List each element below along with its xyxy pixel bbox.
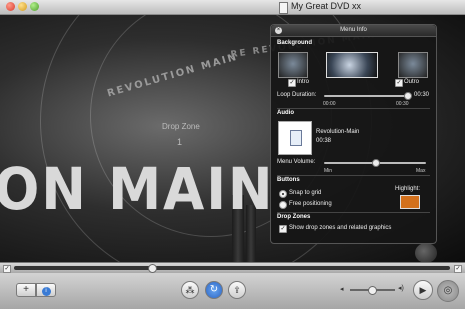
background-thumbnail[interactable] — [326, 52, 378, 78]
drop-zones-heading: Drop Zones — [277, 214, 311, 220]
menu-volume-label: Menu Volume: — [277, 159, 316, 165]
panel-title: Menu Info — [340, 27, 367, 33]
apple-logo-icon — [415, 243, 437, 262]
play-button[interactable]: ▶ — [413, 280, 433, 300]
outro-checkbox[interactable]: ✓ — [395, 79, 403, 87]
info-icon: i — [41, 287, 51, 296]
loop-duration-knob[interactable] — [404, 92, 412, 100]
zoom-window-button[interactable] — [30, 2, 39, 11]
volume-min-label: Min — [324, 168, 333, 174]
snap-to-grid-radio[interactable] — [279, 190, 287, 198]
play-icon: ▶ — [419, 285, 427, 295]
outro-label: Outro — [404, 79, 420, 85]
minimize-window-button[interactable] — [18, 2, 27, 11]
panel-header: × Menu Info — [271, 25, 436, 37]
loop-max-label: 00:30 — [396, 101, 409, 107]
audio-track-name: Revolution-Main — [316, 129, 360, 135]
audio-file-icon[interactable] — [278, 121, 312, 155]
volume-low-icon: ◂ — [340, 286, 344, 293]
menu-volume-knob[interactable] — [372, 159, 380, 167]
divider — [277, 175, 430, 176]
start-checkbox[interactable]: ✓ — [3, 265, 11, 273]
highlight-color-well[interactable] — [400, 195, 420, 209]
close-window-button[interactable] — [6, 2, 15, 11]
document-icon — [279, 2, 288, 14]
show-drop-zones-label: Show drop zones and related graphics — [289, 225, 392, 231]
info-button[interactable]: i — [36, 283, 56, 297]
volume-max-label: Max — [416, 168, 426, 174]
loop-duration-slider[interactable] — [324, 95, 409, 97]
snap-to-grid-label: Snap to grid — [289, 190, 322, 196]
add-button[interactable]: + — [16, 283, 36, 297]
loop-duration-value: 00:30 — [414, 92, 430, 98]
bottom-toolbar: + i ⁂ ↻ ⇪ ◂ ◂) ▶ ◎ — [0, 273, 465, 309]
preview-volume-knob[interactable] — [368, 286, 377, 295]
free-positioning-radio[interactable] — [279, 201, 287, 209]
highlight-label: Highlight: — [395, 186, 421, 192]
divider — [277, 212, 430, 213]
burn-icon: ⇪ — [233, 285, 241, 295]
map-icon: ⁂ — [185, 285, 195, 295]
disc-icon: ◎ — [443, 285, 453, 296]
disc-button[interactable]: ◎ — [437, 280, 459, 302]
drop-zone-label[interactable]: Drop Zone — [162, 122, 200, 131]
window-title: My Great DVD xx — [291, 1, 362, 11]
intro-checkbox[interactable]: ✓ — [288, 79, 296, 87]
map-view-button[interactable]: ⁂ — [181, 281, 199, 299]
loop-min-label: 00:00 — [323, 101, 336, 107]
outro-thumbnail[interactable] — [398, 52, 428, 78]
burn-button[interactable]: ⇪ — [228, 281, 246, 299]
timeline-scrubber[interactable] — [14, 266, 450, 270]
intro-thumbnail[interactable] — [278, 52, 308, 78]
free-positioning-label: Free positioning — [289, 201, 332, 207]
motion-button[interactable]: ↻ — [205, 281, 223, 299]
menu-info-panel: × Menu Info Background ✓ Intro ✓ Outro L… — [270, 24, 437, 244]
audio-heading: Audio — [277, 110, 294, 116]
show-drop-zones-checkbox[interactable]: ✓ — [279, 225, 287, 233]
buttons-heading: Buttons — [277, 177, 300, 183]
divider — [277, 108, 430, 109]
motion-icon: ↻ — [209, 284, 219, 295]
title-bar: My Great DVD xx — [0, 0, 465, 15]
intro-label: Intro — [297, 79, 310, 85]
drop-zone-number: 1 — [177, 137, 183, 147]
timeline-playhead[interactable] — [148, 264, 157, 273]
end-checkbox[interactable]: ✓ — [454, 265, 462, 273]
background-heading: Background — [277, 40, 313, 46]
background-title-text: ON MAIN — [0, 155, 275, 223]
audio-track-duration: 00:38 — [316, 138, 332, 144]
volume-high-icon: ◂) — [398, 285, 404, 292]
loop-duration-label: Loop Duration: — [277, 92, 317, 98]
